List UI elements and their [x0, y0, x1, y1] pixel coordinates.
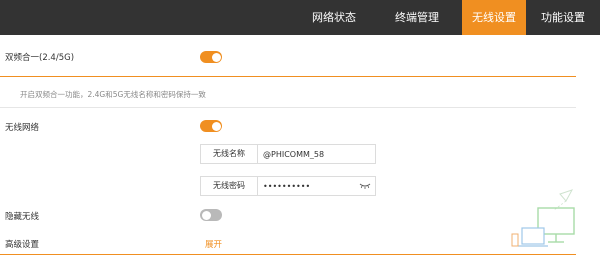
- devices-illustration: [511, 189, 575, 247]
- tab-function-settings[interactable]: 功能设置: [526, 0, 600, 35]
- password-field: 无线密码: [200, 176, 376, 196]
- password-label: 无线密码: [201, 177, 258, 195]
- toggle-knob: [211, 52, 221, 62]
- hide-wireless-label: 隐藏无线: [5, 212, 40, 222]
- section-divider: [0, 76, 576, 77]
- ssid-input[interactable]: [263, 147, 358, 161]
- ssid-label: 无线名称: [201, 145, 258, 163]
- dual-band-hint: 开启双频合一功能，2.4G和5G无线名称和密码保持一致: [20, 90, 206, 99]
- eye-closed-icon[interactable]: [359, 182, 371, 190]
- hide-wireless-toggle[interactable]: [200, 209, 222, 221]
- section-divider: [0, 254, 576, 255]
- wireless-network-toggle[interactable]: [200, 120, 222, 132]
- wireless-network-label: 无线网络: [5, 123, 40, 133]
- tab-wireless-settings[interactable]: 无线设置: [462, 0, 526, 35]
- dual-band-toggle[interactable]: [200, 51, 222, 63]
- tab-network-status[interactable]: 网络状态: [296, 0, 372, 35]
- ssid-field: 无线名称: [200, 144, 376, 164]
- password-input[interactable]: [263, 179, 358, 193]
- row-divider: [0, 107, 576, 108]
- expand-link[interactable]: 展开: [205, 238, 222, 250]
- top-nav: 网络状态 终端管理 无线设置 功能设置: [0, 0, 600, 35]
- toggle-knob: [201, 210, 211, 220]
- advanced-settings-label: 高级设置: [5, 240, 40, 250]
- tab-device-management[interactable]: 终端管理: [376, 0, 458, 35]
- dual-band-label: 双频合一(2.4/5G): [5, 53, 75, 63]
- toggle-knob: [211, 121, 221, 131]
